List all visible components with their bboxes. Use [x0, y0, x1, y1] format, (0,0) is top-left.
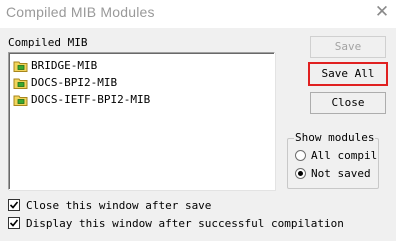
radio-not-saved[interactable]: Not saved: [295, 166, 377, 180]
close-window-button[interactable]: ✕: [374, 3, 390, 21]
folder-module-icon: [13, 93, 29, 107]
title-bar: Compiled MIB Modules ✕: [0, 0, 396, 28]
show-modules-group: Show modules All compil Not saved: [287, 131, 379, 189]
compiled-mib-list[interactable]: BRIDGE-MIB DOCS-BPI2-MIB DOCS-IETF-BPI2-…: [8, 52, 275, 190]
close-button[interactable]: Close: [310, 92, 386, 114]
folder-module-icon: [13, 76, 29, 90]
list-item-label: DOCS-BPI2-MIB: [31, 76, 118, 89]
close-after-save-option[interactable]: Close this window after save: [8, 198, 211, 212]
save-all-label: Save All: [321, 67, 375, 80]
compiled-mib-label: Compiled MIB: [8, 36, 88, 49]
list-item[interactable]: BRIDGE-MIB: [13, 57, 97, 74]
radio-all-compiled[interactable]: All compil: [295, 148, 377, 162]
save-button[interactable]: Save: [310, 36, 386, 58]
radio-not-saved-label: Not saved: [311, 166, 371, 180]
list-item[interactable]: DOCS-IETF-BPI2-MIB: [13, 91, 150, 108]
window-title: Compiled MIB Modules: [6, 4, 155, 20]
display-after-compile-option[interactable]: Display this window after successful com…: [8, 216, 344, 230]
list-item[interactable]: DOCS-BPI2-MIB: [13, 74, 117, 91]
close-after-save-checkbox[interactable]: [8, 199, 20, 211]
compiled-mib-modules-dialog: Compiled MIB Modules ✕ Compiled MIB BRID…: [0, 0, 396, 241]
list-item-label: DOCS-IETF-BPI2-MIB: [31, 93, 151, 106]
display-after-compile-label: Display this window after successful com…: [26, 216, 344, 230]
radio-button-selected[interactable]: [295, 167, 306, 179]
close-after-save-label: Close this window after save: [26, 198, 212, 212]
radio-button[interactable]: [295, 149, 306, 161]
show-modules-legend: Show modules: [294, 131, 376, 144]
radio-all-compiled-label: All compil: [311, 148, 377, 162]
folder-module-icon: [13, 59, 29, 73]
list-item-label: BRIDGE-MIB: [31, 59, 98, 72]
save-all-button[interactable]: Save All: [308, 62, 388, 86]
display-after-compile-checkbox[interactable]: [8, 217, 20, 229]
